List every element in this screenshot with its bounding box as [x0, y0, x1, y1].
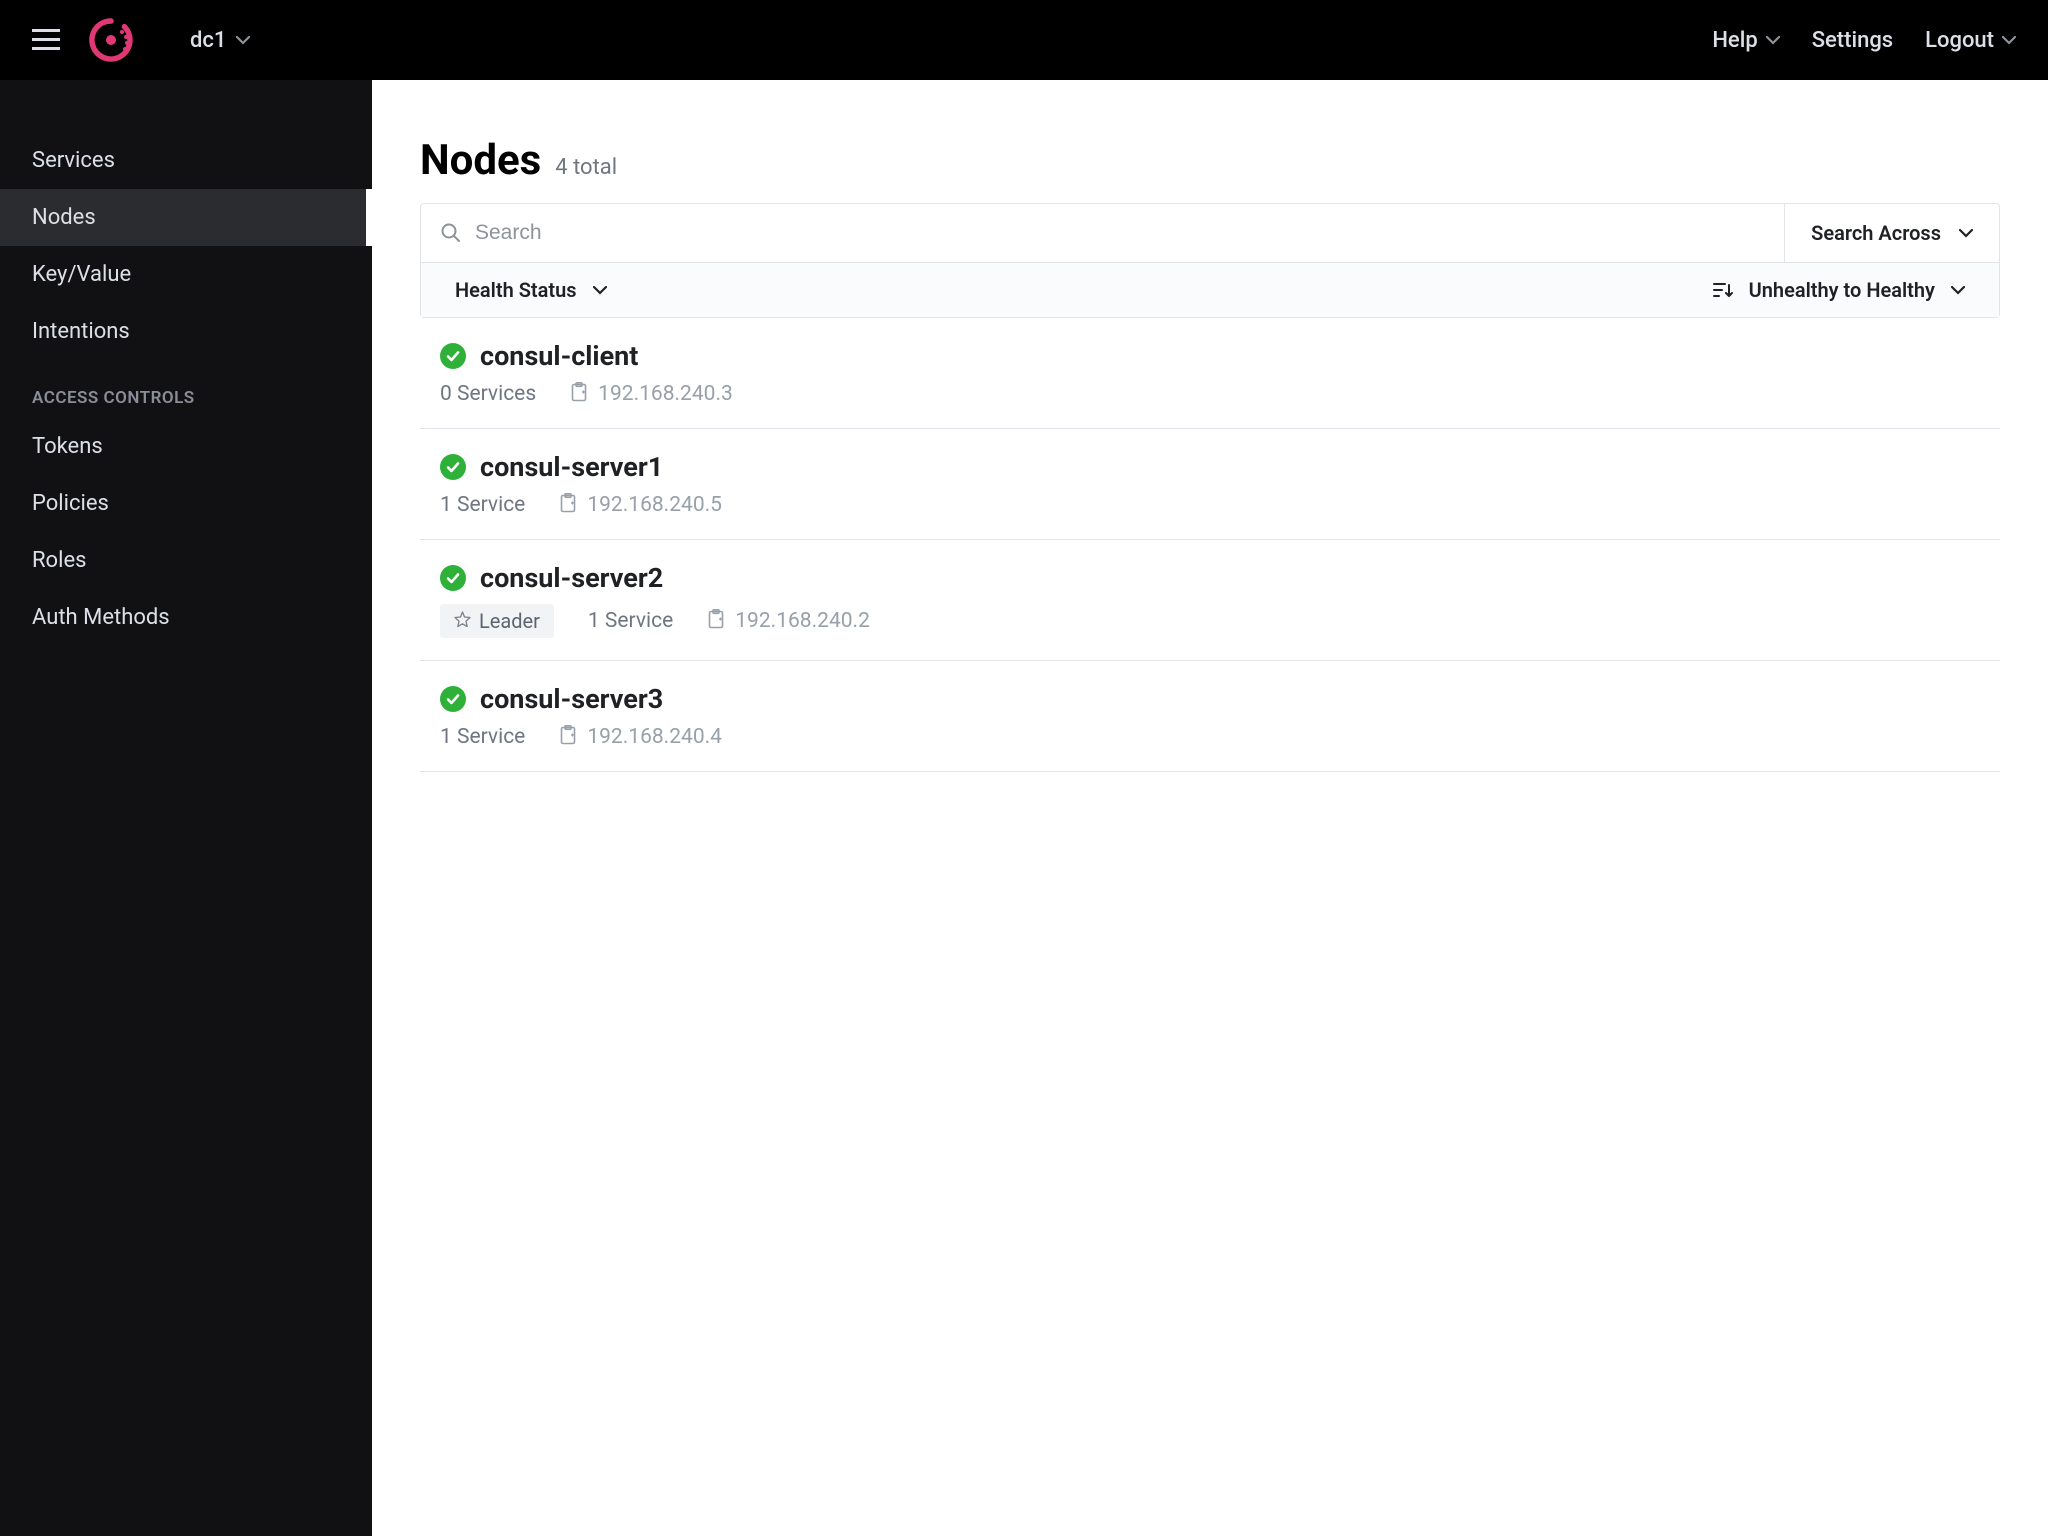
- top-header: dc1 Help Settings Logout: [0, 0, 2048, 80]
- sidebar-item-services[interactable]: Services: [0, 132, 372, 189]
- node-meta: 0 Services 192.168.240.3: [440, 382, 1988, 406]
- datacenter-selector[interactable]: dc1: [190, 28, 250, 53]
- node-row[interactable]: consul-server2 Leader 1 Service 192.168.240…: [420, 540, 2000, 661]
- header-right: Help Settings Logout: [1712, 28, 2016, 53]
- service-count: 0 Services: [440, 382, 536, 406]
- health-status-label: Health Status: [455, 278, 577, 302]
- logout-label: Logout: [1925, 28, 1994, 53]
- clipboard-icon[interactable]: [570, 382, 588, 406]
- help-link[interactable]: Help: [1712, 28, 1779, 53]
- health-check-passing-icon: [440, 686, 466, 712]
- ip-address: 192.168.240.5: [587, 493, 722, 517]
- node-name: consul-server1: [480, 451, 663, 483]
- node-name: consul-server2: [480, 562, 663, 594]
- clipboard-icon[interactable]: [707, 609, 725, 633]
- filter-row: Health Status Unhealthy to Healthy: [421, 263, 1999, 317]
- help-label: Help: [1712, 28, 1757, 53]
- health-check-passing-icon: [440, 565, 466, 591]
- settings-label: Settings: [1812, 28, 1893, 53]
- sidebar-item-policies[interactable]: Policies: [0, 475, 372, 532]
- ip-group: 192.168.240.2: [707, 609, 870, 633]
- node-name: consul-server3: [480, 683, 663, 715]
- ip-address: 192.168.240.2: [735, 609, 870, 633]
- node-list: consul-client0 Services192.168.240.3cons…: [420, 318, 2000, 772]
- node-meta: 1 Service 192.168.240.4: [440, 725, 1988, 749]
- logout-link[interactable]: Logout: [1925, 28, 2016, 53]
- chevron-down-icon: [236, 36, 250, 45]
- clipboard-icon[interactable]: [559, 493, 577, 517]
- search-box[interactable]: [421, 204, 1785, 262]
- chevron-down-icon: [1951, 286, 1965, 295]
- health-check-passing-icon: [440, 343, 466, 369]
- search-across-label: Search Across: [1811, 221, 1941, 245]
- page-title: Nodes: [420, 136, 541, 185]
- health-status-filter[interactable]: Health Status: [455, 278, 607, 302]
- service-count: 1 Service: [440, 725, 525, 749]
- node-row[interactable]: consul-client 0 Services 192.168.240.3: [420, 318, 2000, 429]
- node-meta: 1 Service 192.168.240.5: [440, 493, 1988, 517]
- sidebar-item-keyvalue[interactable]: Key/Value: [0, 246, 372, 303]
- sidebar: Services Nodes Key/Value Intentions ACCE…: [0, 80, 372, 1536]
- ip-group: 192.168.240.4: [559, 725, 722, 749]
- header-left: dc1: [32, 17, 250, 63]
- consul-logo[interactable]: [88, 17, 134, 63]
- chevron-down-icon: [1766, 36, 1780, 45]
- sort-dropdown[interactable]: Unhealthy to Healthy: [1713, 278, 1965, 302]
- menu-toggle-button[interactable]: [32, 29, 60, 51]
- search-across-dropdown[interactable]: Search Across: [1785, 204, 1999, 262]
- sort-label: Unhealthy to Healthy: [1749, 278, 1935, 302]
- ip-group: 192.168.240.5: [559, 493, 722, 517]
- search-row: Search Across: [421, 204, 1999, 263]
- page-title-row: Nodes 4 total: [420, 136, 2000, 185]
- leader-badge: Leader: [440, 604, 554, 638]
- clipboard-icon[interactable]: [559, 725, 577, 749]
- sort-icon: [1713, 281, 1733, 299]
- search-icon: [441, 223, 461, 243]
- sidebar-item-roles[interactable]: Roles: [0, 532, 372, 589]
- node-row[interactable]: consul-server1 1 Service 192.168.240.5: [420, 429, 2000, 540]
- filter-container: Search Across Health Status Unhealthy to…: [420, 203, 2000, 318]
- service-count: 1 Service: [440, 493, 525, 517]
- datacenter-label: dc1: [190, 28, 226, 53]
- sidebar-section-access-controls: ACCESS CONTROLS: [0, 360, 372, 418]
- node-header: consul-server2: [440, 562, 1988, 594]
- health-check-passing-icon: [440, 454, 466, 480]
- search-input[interactable]: [475, 221, 1764, 245]
- sidebar-item-intentions[interactable]: Intentions: [0, 303, 372, 360]
- node-header: consul-server1: [440, 451, 1988, 483]
- sidebar-item-authmethods[interactable]: Auth Methods: [0, 589, 372, 646]
- consul-logo-icon: [88, 17, 134, 63]
- ip-address: 192.168.240.3: [598, 382, 733, 406]
- node-name: consul-client: [480, 340, 638, 372]
- settings-link[interactable]: Settings: [1812, 28, 1893, 53]
- hamburger-icon: [32, 29, 60, 51]
- chevron-down-icon: [1959, 229, 1973, 238]
- node-row[interactable]: consul-server3 1 Service 192.168.240.4: [420, 661, 2000, 772]
- ip-group: 192.168.240.3: [570, 382, 733, 406]
- ip-address: 192.168.240.4: [587, 725, 722, 749]
- star-icon: [454, 609, 471, 633]
- node-header: consul-server3: [440, 683, 1988, 715]
- page-subtitle: 4 total: [555, 155, 617, 180]
- sidebar-item-tokens[interactable]: Tokens: [0, 418, 372, 475]
- chevron-down-icon: [593, 286, 607, 295]
- sidebar-item-nodes[interactable]: Nodes: [0, 189, 372, 246]
- chevron-down-icon: [2002, 36, 2016, 45]
- node-header: consul-client: [440, 340, 1988, 372]
- main-content: Nodes 4 total Search Across Health Statu…: [372, 80, 2048, 1536]
- service-count: 1 Service: [588, 609, 673, 633]
- node-meta: Leader 1 Service 192.168.240.2: [440, 604, 1988, 638]
- leader-label: Leader: [479, 609, 540, 633]
